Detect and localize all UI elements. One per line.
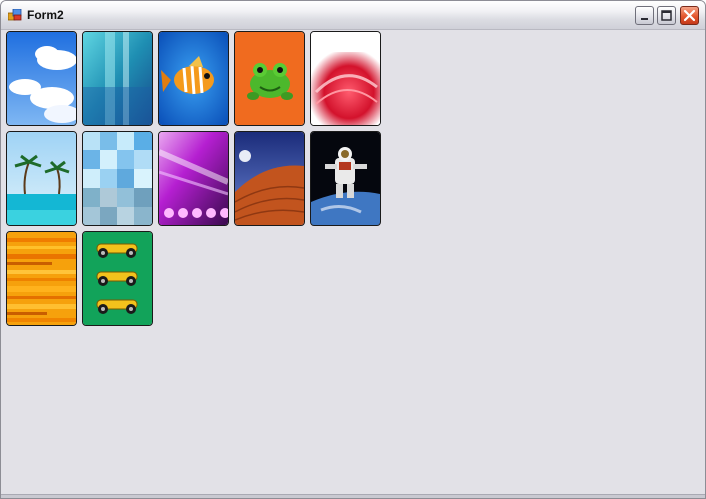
window-bottom-border (1, 494, 705, 498)
cars-picture (83, 232, 152, 325)
astronaut-picture (311, 132, 380, 225)
tile-astronaut[interactable] (310, 131, 381, 226)
red-swirl-picture (311, 32, 380, 125)
tile-race-cars[interactable] (82, 231, 153, 326)
tile-desert-moon[interactable] (234, 131, 305, 226)
beach-picture (7, 132, 76, 225)
maximize-button[interactable] (657, 6, 676, 25)
stripes-picture (7, 232, 76, 325)
mosaic-picture (83, 132, 152, 225)
tile-aqua-abstract[interactable] (82, 31, 153, 126)
purple-lights-picture (159, 132, 228, 225)
tile-purple-lights[interactable] (158, 131, 229, 226)
desert-picture (235, 132, 304, 225)
window-title: Form2 (27, 8, 64, 22)
tile-red-swirl[interactable] (310, 31, 381, 126)
form-app-icon (8, 9, 22, 21)
tile-blue-mosaic[interactable] (82, 131, 153, 226)
tile-orange-stripes[interactable] (6, 231, 77, 326)
close-icon (683, 9, 696, 22)
tile-palm-beach[interactable] (6, 131, 77, 226)
tile-sky-clouds[interactable] (6, 31, 77, 126)
title-bar[interactable]: Form2 (1, 1, 705, 30)
clouds-picture (7, 32, 76, 125)
tile-tropical-fish[interactable] (158, 31, 229, 126)
frog-picture (235, 32, 304, 125)
form2-window: Form2 (0, 0, 706, 499)
minimize-button[interactable] (635, 6, 654, 25)
maximize-icon (661, 10, 672, 21)
tile-green-frog[interactable] (234, 31, 305, 126)
aqua-abstract-picture (83, 32, 152, 125)
close-button[interactable] (680, 6, 699, 25)
fish-picture (159, 32, 228, 125)
minimize-icon (641, 18, 648, 20)
form-client-area (4, 30, 702, 496)
